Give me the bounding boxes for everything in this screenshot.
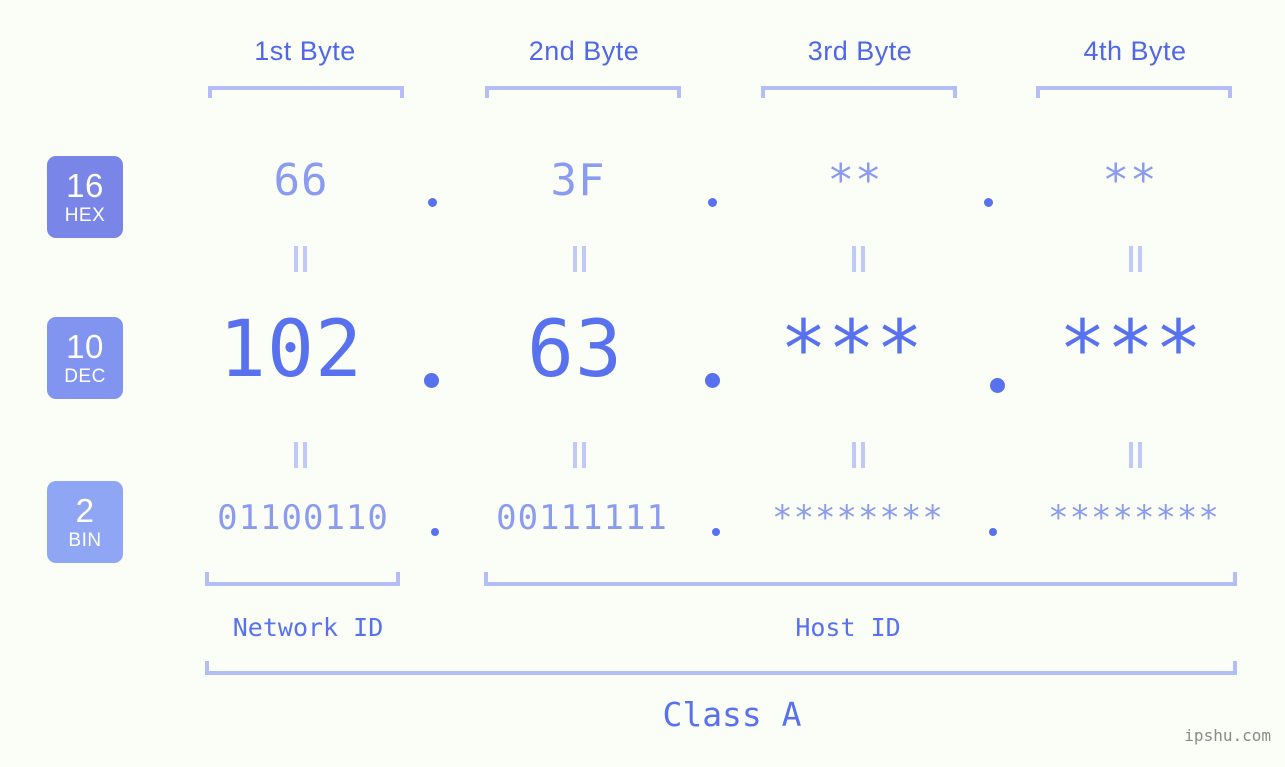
byte-header-4: 4th Byte xyxy=(1083,36,1187,66)
dec-separator-3 xyxy=(990,378,1005,393)
byte-header-3: 3rd Byte xyxy=(807,36,913,66)
base-badge-hex-name: HEX xyxy=(64,205,106,226)
dec-separator-2 xyxy=(705,373,720,388)
bin-byte-1: 01100110 xyxy=(217,498,389,538)
equals-icon-hex-dec-1 xyxy=(293,246,309,272)
base-badge-hex: 16 HEX xyxy=(47,156,123,238)
equals-icon-hex-dec-4 xyxy=(1128,246,1144,272)
ip-breakdown-diagram: 1st Byte 2nd Byte 3rd Byte 4th Byte 16 H… xyxy=(0,0,1285,767)
equals-icon-hex-dec-3 xyxy=(851,246,867,272)
host-id-bracket xyxy=(484,572,1237,586)
hex-byte-4: ** xyxy=(1102,155,1158,206)
equals-icon-dec-bin-4 xyxy=(1128,442,1144,468)
base-badge-dec-name: DEC xyxy=(64,366,106,387)
hex-byte-2: 3F xyxy=(550,155,606,206)
bin-byte-4: ******** xyxy=(1048,498,1220,538)
base-badge-bin-number: 2 xyxy=(75,492,95,529)
byte-bracket-3 xyxy=(761,86,957,98)
byte-header-1: 1st Byte xyxy=(254,36,356,66)
hex-separator-1 xyxy=(428,198,437,207)
base-badge-hex-number: 16 xyxy=(66,167,104,204)
equals-icon-dec-bin-1 xyxy=(293,442,309,468)
dec-byte-2: 63 xyxy=(527,305,623,395)
byte-bracket-2 xyxy=(485,86,681,98)
site-watermark: ipshu.com xyxy=(1184,726,1271,745)
network-id-bracket xyxy=(205,572,400,586)
dec-byte-3: *** xyxy=(780,305,924,395)
equals-icon-hex-dec-2 xyxy=(572,246,588,272)
hex-separator-3 xyxy=(984,198,993,207)
byte-bracket-1 xyxy=(208,86,404,98)
bin-byte-2: 00111111 xyxy=(496,498,668,538)
bin-separator-2 xyxy=(712,528,720,536)
bin-separator-3 xyxy=(989,528,997,536)
byte-bracket-4 xyxy=(1036,86,1232,98)
host-id-label: Host ID xyxy=(795,613,901,642)
address-class-label: Class A xyxy=(662,695,802,734)
bin-separator-1 xyxy=(431,528,439,536)
base-badge-dec: 10 DEC xyxy=(47,317,123,399)
bin-byte-3: ******** xyxy=(772,498,944,538)
hex-byte-3: ** xyxy=(827,155,883,206)
byte-header-2: 2nd Byte xyxy=(528,36,640,66)
hex-byte-1: 66 xyxy=(273,155,329,206)
dec-byte-1: 102 xyxy=(219,305,363,395)
base-badge-bin-name: BIN xyxy=(68,530,102,551)
dec-byte-4: *** xyxy=(1059,305,1203,395)
address-class-bracket xyxy=(205,661,1237,675)
base-badge-dec-number: 10 xyxy=(66,328,104,365)
network-id-label: Network ID xyxy=(232,613,384,642)
equals-icon-dec-bin-3 xyxy=(851,442,867,468)
hex-separator-2 xyxy=(708,198,717,207)
equals-icon-dec-bin-2 xyxy=(572,442,588,468)
base-badge-bin: 2 BIN xyxy=(47,481,123,563)
dec-separator-1 xyxy=(424,373,439,388)
